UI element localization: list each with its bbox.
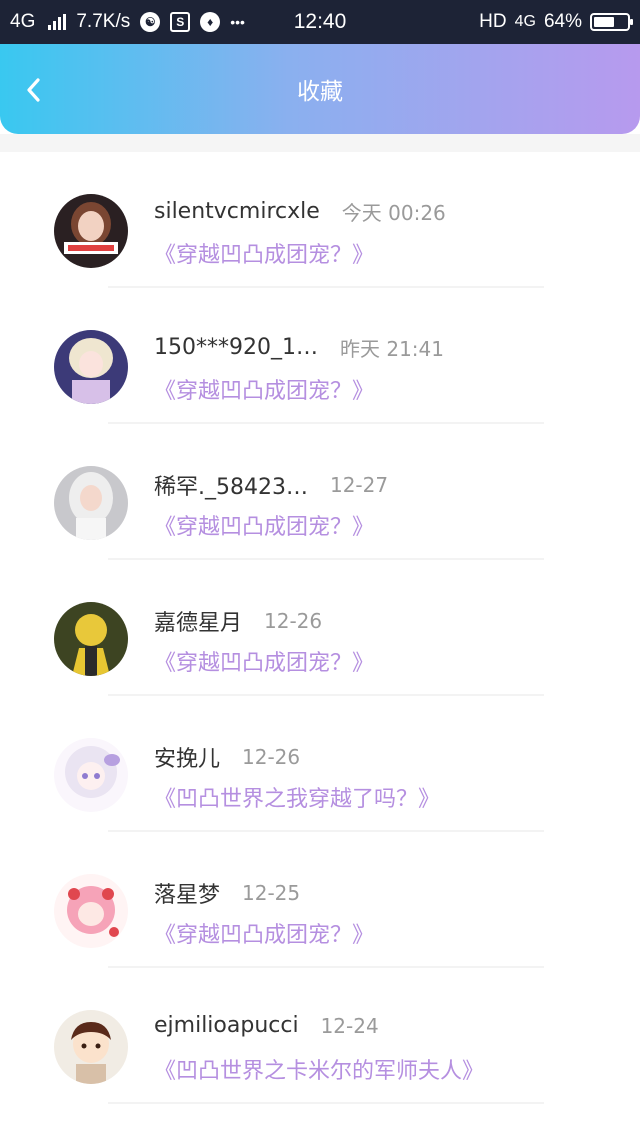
username[interactable]: 150***920_1… (154, 335, 318, 360)
name-line: silentvcmircxle 今天 00:26 (154, 197, 446, 226)
avatar[interactable] (54, 874, 128, 948)
status-time: 12:40 (293, 10, 347, 33)
name-line: 稀罕._58423… 12-27 (154, 469, 388, 501)
list-item[interactable]: 落星梦 12-25 《穿越凹凸成团宠？》 (0, 832, 640, 968)
avatar[interactable] (54, 602, 128, 676)
network-label: 4G (10, 11, 36, 32)
username[interactable]: 落星梦 (154, 877, 220, 909)
list-item[interactable]: 稀罕._58423… 12-27 《穿越凹凸成团宠？》 (0, 424, 640, 560)
more-notifications-icon: ••• (230, 14, 245, 30)
name-line: 落星梦 12-25 (154, 877, 300, 909)
book-title[interactable]: 《穿越凹凸成团宠？》 (154, 509, 374, 541)
timestamp: 12-26 (242, 745, 301, 769)
username[interactable]: 安挽儿 (154, 741, 220, 773)
name-line: 安挽儿 12-26 (154, 741, 300, 773)
hd-label: HD (479, 11, 507, 32)
book-title[interactable]: 《凹凸世界之卡米尔的军师夫人》 (154, 1053, 484, 1085)
battery-icon (590, 13, 633, 31)
book-title[interactable]: 《穿越凹凸成团宠？》 (154, 237, 374, 269)
status-left: 4G 7.7K/s ☯ S ♦ ••• (10, 0, 245, 44)
row-divider (108, 1102, 544, 1104)
timestamp: 昨天 21:41 (339, 337, 444, 361)
book-title[interactable]: 《穿越凹凸成团宠？》 (154, 645, 374, 677)
name-line: 嘉德星月 12-26 (154, 605, 322, 637)
s-notification-icon: S (170, 12, 191, 32)
network-speed: 7.7K/s (76, 11, 131, 32)
network2-label: 4G (514, 13, 536, 30)
favorites-list: silentvcmircxle 今天 00:26 《穿越凹凸成团宠？》 150*… (0, 152, 640, 1104)
battery-percent: 64% (543, 11, 582, 32)
signal-icon (48, 14, 67, 30)
avatar[interactable] (54, 738, 128, 812)
status-right: HD 4G 64% (479, 0, 633, 44)
book-title[interactable]: 《穿越凹凸成团宠？》 (154, 373, 374, 405)
app-notification-icon: ☯ (140, 12, 161, 32)
status-bar: 4G 7.7K/s ☯ S ♦ ••• 12:40 HD 4G 64% (0, 0, 640, 44)
list-item[interactable]: 嘉德星月 12-26 《穿越凹凸成团宠？》 (0, 560, 640, 696)
timestamp: 12-25 (242, 881, 301, 905)
shield-notification-icon: ♦ (200, 12, 221, 32)
list-item[interactable]: ejmilioapucci 12-24 《凹凸世界之卡米尔的军师夫人》 (0, 968, 640, 1104)
avatar[interactable] (54, 466, 128, 540)
timestamp: 12-26 (264, 609, 323, 633)
avatar[interactable] (54, 330, 128, 404)
avatar[interactable] (54, 1010, 128, 1084)
list-item[interactable]: 安挽儿 12-26 《凹凸世界之我穿越了吗？》 (0, 696, 640, 832)
timestamp: 今天 00:26 (341, 201, 446, 225)
name-line: ejmilioapucci 12-24 (154, 1013, 379, 1038)
timestamp: 12-24 (320, 1013, 379, 1038)
header-divider (0, 134, 640, 152)
list-item[interactable]: silentvcmircxle 今天 00:26 《穿越凹凸成团宠？》 (0, 152, 640, 288)
book-title[interactable]: 《穿越凹凸成团宠？》 (154, 917, 374, 949)
header-bar: 收藏 (0, 44, 640, 134)
timestamp: 12-27 (329, 473, 389, 497)
avatar[interactable] (54, 194, 128, 268)
battery-fill (594, 17, 615, 27)
username[interactable]: 稀罕._58423… (154, 469, 308, 501)
username[interactable]: 嘉德星月 (154, 605, 242, 637)
name-line: 150***920_1… 昨天 21:41 (154, 333, 444, 362)
username[interactable]: ejmilioapucci (154, 1013, 299, 1038)
username[interactable]: silentvcmircxle (154, 199, 320, 224)
page-title: 收藏 (297, 79, 343, 105)
list-item[interactable]: 150***920_1… 昨天 21:41 《穿越凹凸成团宠？》 (0, 288, 640, 424)
book-title[interactable]: 《凹凸世界之我穿越了吗？》 (154, 781, 440, 813)
